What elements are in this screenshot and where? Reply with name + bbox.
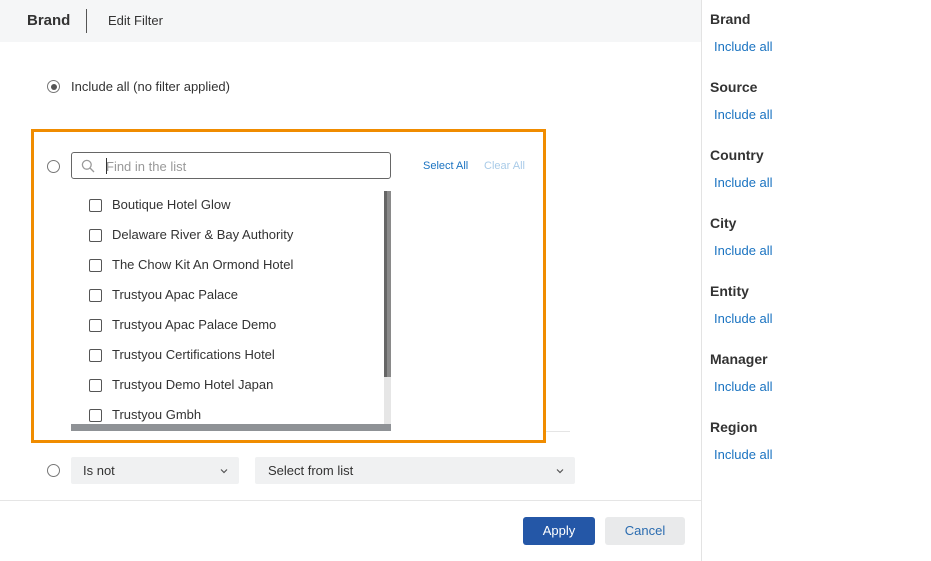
search-icon: [81, 159, 95, 173]
filter-editor-panel: Brand Edit Filter Include all (no filter…: [0, 0, 701, 561]
item-checkbox[interactable]: [89, 319, 102, 332]
item-checkbox[interactable]: [89, 199, 102, 212]
item-checkbox[interactable]: [89, 289, 102, 302]
item-checkbox[interactable]: [89, 379, 102, 392]
chevron-down-icon: [556, 469, 564, 474]
chevron-down-icon: [220, 469, 228, 474]
item-label: The Chow Kit An Ormond Hotel: [112, 257, 294, 272]
item-label: Trustyou Apac Palace Demo: [112, 317, 277, 332]
sidebar-filter-title: City: [710, 215, 737, 231]
panel-header: Brand Edit Filter: [0, 0, 701, 42]
item-checkbox[interactable]: [89, 259, 102, 272]
sidebar-filter-title: Manager: [710, 351, 768, 367]
filter-summary-sidebar: Brand Include all Source Include all Country…: [701, 0, 931, 561]
item-label: Delaware River & Bay Authority: [112, 227, 294, 242]
radio-include-all[interactable]: [47, 80, 60, 93]
operator-value: Is not: [83, 463, 115, 478]
list-horizontal-scrollbar[interactable]: [71, 424, 391, 431]
section-divider: [546, 431, 570, 432]
clear-all-link[interactable]: Clear All: [484, 160, 525, 172]
operator-dropdown[interactable]: Is not: [71, 457, 239, 484]
apply-button[interactable]: Apply: [523, 517, 595, 545]
panel-subtitle: Edit Filter: [108, 13, 163, 28]
item-checkbox[interactable]: [89, 409, 102, 422]
item-label: Trustyou Demo Hotel Japan: [112, 377, 274, 392]
panel-title: Brand: [27, 12, 71, 29]
item-label: Trustyou Apac Palace: [112, 287, 238, 302]
item-label: Trustyou Gmbh: [112, 407, 202, 422]
sidebar-filter-value-link[interactable]: Include all: [714, 243, 773, 258]
text-caret: [106, 158, 107, 174]
sidebar-filter-value-link[interactable]: Include all: [714, 175, 773, 190]
radio-condition[interactable]: [47, 464, 60, 477]
sidebar-filter-title: Brand: [710, 11, 751, 27]
item-label: Trustyou Certifications Hotel: [112, 347, 275, 362]
sidebar-filter-value-link[interactable]: Include all: [714, 379, 773, 394]
item-list: Boutique Hotel Glow Delaware River & Bay …: [71, 191, 391, 431]
radio-select-items[interactable]: [47, 160, 60, 173]
search-box[interactable]: [71, 152, 391, 179]
sidebar-filter-value-link[interactable]: Include all: [714, 107, 773, 122]
item-checkbox[interactable]: [89, 229, 102, 242]
item-checkbox[interactable]: [89, 349, 102, 362]
sidebar-filter-value-link[interactable]: Include all: [714, 447, 773, 462]
value-dropdown[interactable]: Select from list: [255, 457, 575, 484]
search-input[interactable]: [106, 157, 376, 175]
header-divider: [86, 9, 87, 33]
footer-divider: [0, 500, 701, 501]
sidebar-filter-title: Entity: [710, 283, 749, 299]
select-all-link[interactable]: Select All: [423, 160, 468, 172]
sidebar-filter-title: Source: [710, 79, 758, 95]
value-placeholder: Select from list: [268, 463, 354, 478]
sidebar-filter-value-link[interactable]: Include all: [714, 311, 773, 326]
item-label: Boutique Hotel Glow: [112, 197, 231, 212]
sidebar-filter-title: Region: [710, 419, 758, 435]
scrollbar-thumb-edge: [384, 191, 387, 377]
sidebar-filter-value-link[interactable]: Include all: [714, 39, 773, 54]
include-all-label: Include all (no filter applied): [71, 79, 230, 94]
cancel-button[interactable]: Cancel: [605, 517, 685, 545]
sidebar-filter-title: Country: [710, 147, 764, 163]
